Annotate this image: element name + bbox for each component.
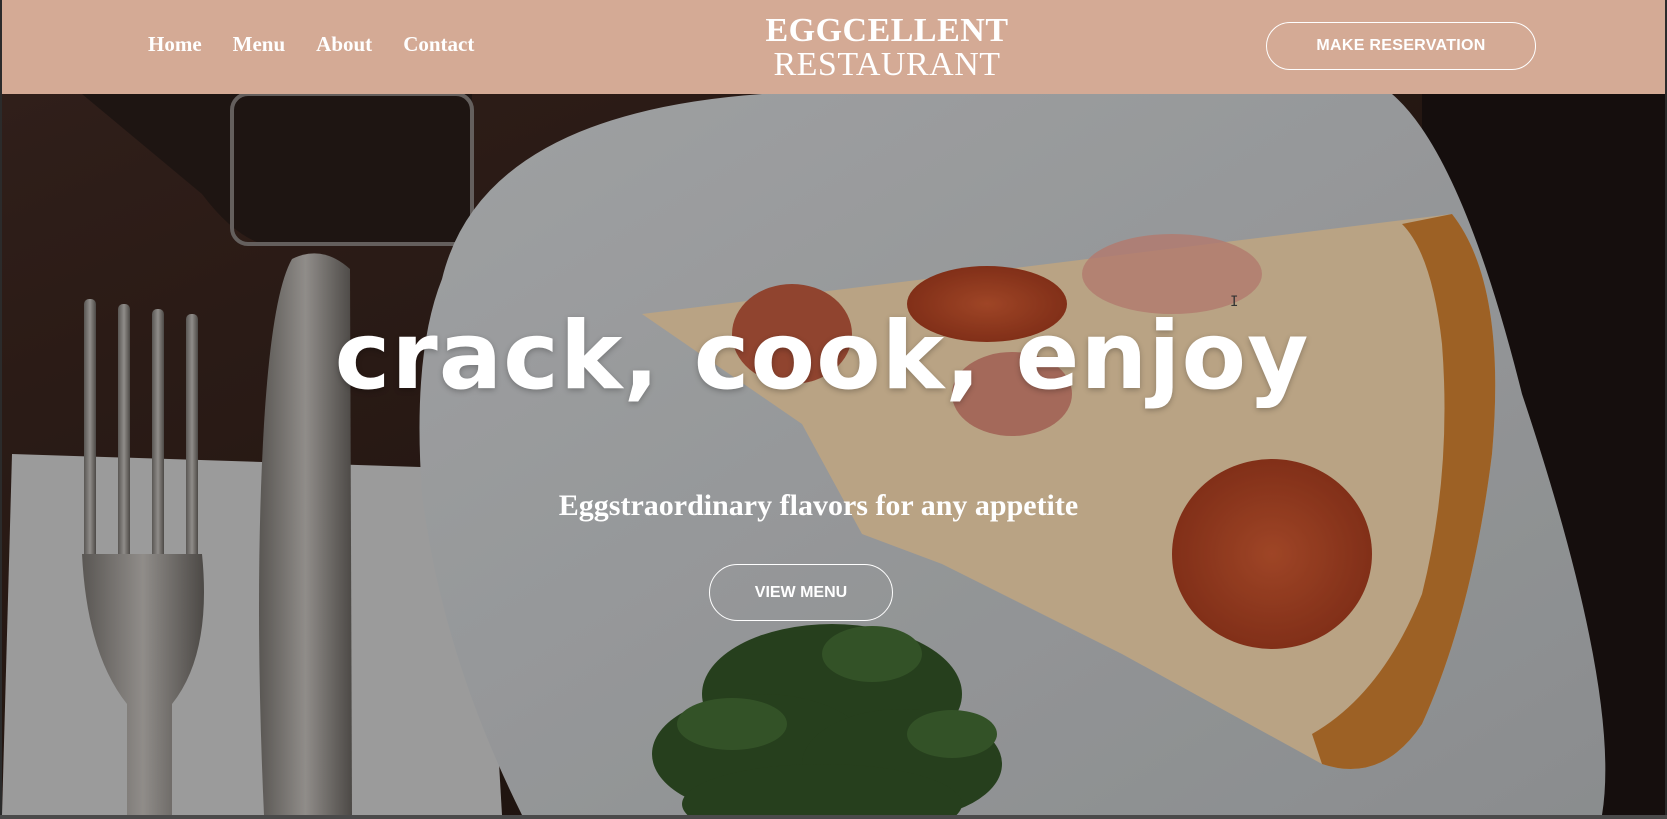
make-reservation-button[interactable]: MAKE RESERVATION xyxy=(1266,22,1536,70)
logo-line-1: EGGCELLENT xyxy=(765,12,1009,49)
site-header: Home Menu About Contact EGGCELLENT RESTA… xyxy=(2,0,1665,94)
nav-contact-link[interactable]: Contact xyxy=(403,32,474,57)
view-menu-button[interactable]: VIEW MENU xyxy=(709,564,893,621)
hero-section: crack, cook, enjoy Eggstraordinary flavo… xyxy=(2,94,1665,815)
text-cursor-icon: I xyxy=(1230,294,1239,310)
hero-dark-overlay xyxy=(2,94,1665,815)
site-logo[interactable]: EGGCELLENT RESTAURANT xyxy=(742,14,1032,82)
main-nav: Home Menu About Contact xyxy=(148,32,474,57)
nav-home-link[interactable]: Home xyxy=(148,32,202,57)
hero-title: crack, cook, enjoy xyxy=(334,302,1310,411)
hero-subtitle: Eggstraordinary flavors for any appetite xyxy=(558,489,1079,522)
logo-line-2: RESTAURANT xyxy=(773,46,1001,83)
browser-viewport: Home Menu About Contact EGGCELLENT RESTA… xyxy=(2,0,1665,815)
nav-about-link[interactable]: About xyxy=(316,32,372,57)
nav-menu-link[interactable]: Menu xyxy=(233,32,286,57)
window-bottom-border xyxy=(0,815,1667,819)
